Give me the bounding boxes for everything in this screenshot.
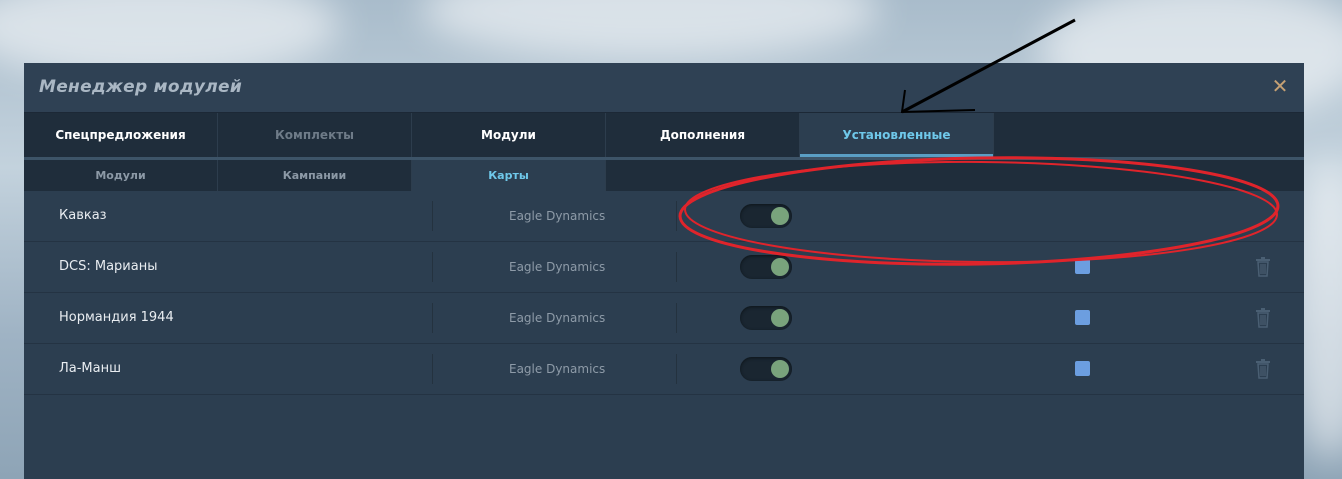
tab-installed[interactable]: Установленные <box>800 113 994 157</box>
trash-icon[interactable] <box>1255 308 1271 328</box>
enable-toggle[interactable] <box>740 204 792 228</box>
trash-icon[interactable] <box>1255 257 1271 277</box>
map-name: DCS: Марианы <box>59 259 158 274</box>
developer-name: Eagle Dynamics <box>509 311 606 325</box>
column-divider <box>676 354 677 384</box>
developer-name: Eagle Dynamics <box>509 362 606 376</box>
sky-cloud <box>420 0 880 60</box>
subtab-maps[interactable]: Карты <box>412 160 606 191</box>
column-divider <box>676 303 677 333</box>
map-name: Нормандия 1944 <box>59 310 174 325</box>
tab-special-offers[interactable]: Спецпредложения <box>24 113 218 157</box>
toggle-knob <box>771 207 789 225</box>
module-manager-window: Менеджер модулей ✕ Спецпредложения Компл… <box>24 63 1304 479</box>
column-divider <box>432 354 433 384</box>
developer-name: Eagle Dynamics <box>509 209 606 223</box>
select-checkbox[interactable] <box>1075 259 1090 274</box>
sub-tabs: Модули Кампании Карты <box>24 160 1304 191</box>
trash-icon[interactable] <box>1255 359 1271 379</box>
main-tabs: Спецпредложения Комплекты Модули Дополне… <box>24 113 1304 157</box>
tab-addons[interactable]: Дополнения <box>606 113 800 157</box>
window-titlebar: Менеджер модулей ✕ <box>24 63 1304 113</box>
developer-name: Eagle Dynamics <box>509 260 606 274</box>
close-icon[interactable]: ✕ <box>1270 76 1290 96</box>
enable-toggle[interactable] <box>740 255 792 279</box>
toggle-knob <box>771 360 789 378</box>
list-item: Нормандия 1944 Eagle Dynamics <box>24 293 1304 344</box>
list-item: DCS: Марианы Eagle Dynamics <box>24 242 1304 293</box>
tab-modules[interactable]: Модули <box>412 113 606 157</box>
list-item: Кавказ Eagle Dynamics <box>24 191 1304 242</box>
enable-toggle[interactable] <box>740 357 792 381</box>
subtab-campaigns[interactable]: Кампании <box>218 160 412 191</box>
toggle-knob <box>771 258 789 276</box>
column-divider <box>676 201 677 231</box>
list-item: Ла-Манш Eagle Dynamics <box>24 344 1304 395</box>
maps-list: Кавказ Eagle Dynamics DCS: Марианы Eagle… <box>24 191 1304 395</box>
toggle-knob <box>771 309 789 327</box>
column-divider <box>432 303 433 333</box>
enable-toggle[interactable] <box>740 306 792 330</box>
select-checkbox[interactable] <box>1075 361 1090 376</box>
subtab-modules[interactable]: Модули <box>24 160 218 191</box>
column-divider <box>432 252 433 282</box>
column-divider <box>676 252 677 282</box>
map-name: Ла-Манш <box>59 361 122 376</box>
column-divider <box>432 201 433 231</box>
select-checkbox[interactable] <box>1075 310 1090 325</box>
map-name: Кавказ <box>59 208 107 223</box>
tab-bundles[interactable]: Комплекты <box>218 113 412 157</box>
window-title: Менеджер модулей <box>39 77 243 97</box>
